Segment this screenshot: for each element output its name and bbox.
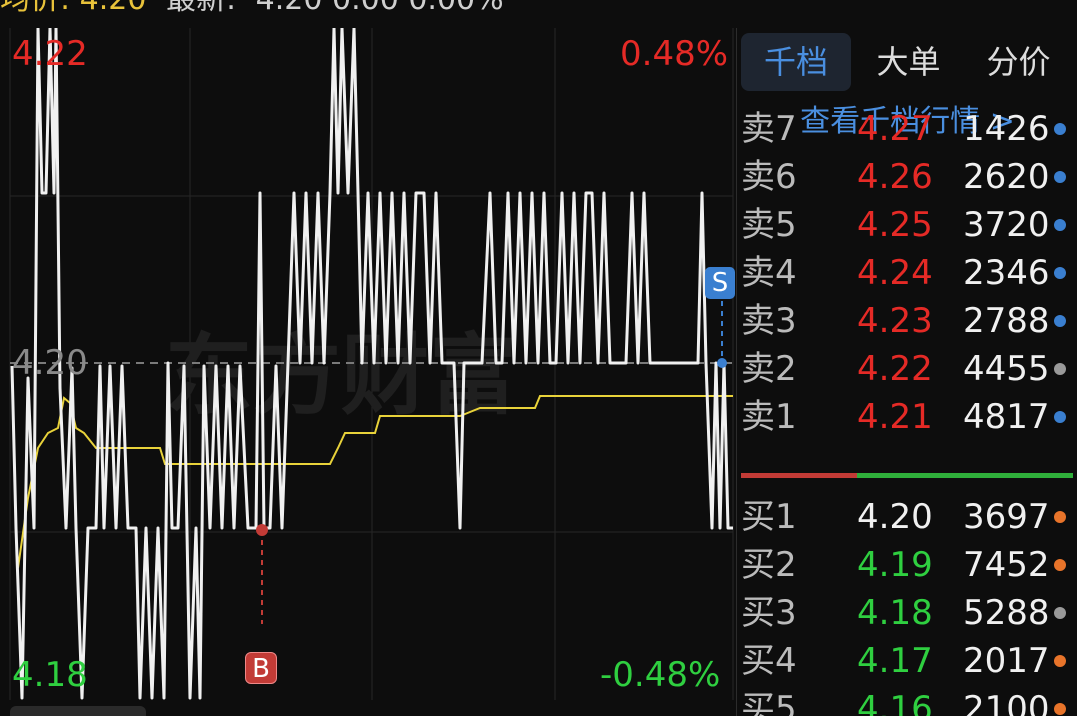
ask-level-name: 卖2 (741, 349, 797, 389)
pct-high-label: 0.48% (620, 34, 729, 74)
ask-price: 4.26 (857, 157, 933, 197)
ask-dot-icon (1054, 267, 1066, 279)
ask-dot-icon (1054, 171, 1066, 183)
tab-qiandang[interactable]: 千档 (741, 33, 851, 91)
bid-price: 4.16 (857, 689, 933, 716)
ask-price: 4.23 (857, 301, 933, 341)
bid-level-name: 买4 (741, 641, 797, 681)
bid-dot-icon (1054, 703, 1066, 715)
ask-row[interactable]: 卖7 4.27 1426 (737, 105, 1077, 153)
bid-volume: 3697 (963, 497, 1050, 537)
ask-row[interactable]: 卖1 4.21 4817 (737, 393, 1077, 441)
bid-price: 4.17 (857, 641, 933, 681)
ask-row[interactable]: 卖6 4.26 2620 (737, 153, 1077, 201)
bid-volume: 2017 (963, 641, 1050, 681)
latest-values: 4.20 0.00 0.00% (256, 0, 504, 17)
bid-level-name: 买3 (741, 593, 797, 633)
ask-level-name: 卖1 (741, 397, 797, 437)
ask-level-name: 卖4 (741, 253, 797, 293)
ask-price: 4.21 (857, 397, 933, 437)
bid-level-name: 买2 (741, 545, 797, 585)
tab-fenjia[interactable]: 分价 (966, 33, 1071, 91)
bid-price: 4.18 (857, 593, 933, 633)
avg-label: 均价: (0, 0, 70, 17)
divider-green (857, 473, 1073, 478)
ask-volume: 3720 (963, 205, 1050, 245)
bid-row[interactable]: 买3 4.18 5288 (737, 589, 1077, 637)
ask-row[interactable]: 卖2 4.22 4455 (737, 345, 1077, 393)
ask-row[interactable]: 卖3 4.23 2788 (737, 297, 1077, 345)
bid-price: 4.20 (857, 497, 933, 537)
price-high-label: 4.22 (12, 34, 88, 74)
bottom-tab-strip (0, 700, 736, 716)
avg-value: 4.20 (80, 0, 147, 17)
buy-marker[interactable]: B (245, 652, 277, 684)
ask-volume: 2788 (963, 301, 1050, 341)
bid-price: 4.19 (857, 545, 933, 585)
ask-price: 4.27 (857, 109, 933, 149)
divider-red (741, 473, 857, 478)
tab-dadan[interactable]: 大单 (856, 33, 961, 91)
bid-row[interactable]: 买4 4.17 2017 (737, 637, 1077, 685)
panel-tabs: 千档 大单 分价 (741, 33, 1071, 91)
bid-dot-icon (1054, 607, 1066, 619)
bid-dot-icon (1054, 511, 1066, 523)
ask-volume: 2620 (963, 157, 1050, 197)
ask-volume: 4817 (963, 397, 1050, 437)
order-book-panel: 千档 大单 分价 查看千档行情 > 卖7 4.27 1426 卖6 4.26 2620 卖5… (736, 28, 1077, 716)
ask-price: 4.24 (857, 253, 933, 293)
buy-point (256, 524, 268, 536)
bid-volume: 7452 (963, 545, 1050, 585)
sell-point (717, 358, 727, 368)
ask-dot-icon (1054, 411, 1066, 423)
price-mid-label: 4.20 (12, 343, 88, 383)
bottom-tab[interactable] (10, 706, 146, 716)
bid-dot-icon (1054, 559, 1066, 571)
bid-row[interactable]: 买2 4.19 7452 (737, 541, 1077, 589)
ask-volume: 4455 (963, 349, 1050, 389)
ask-price: 4.22 (857, 349, 933, 389)
pct-low-label: -0.48% (600, 655, 721, 695)
ask-dot-icon (1054, 363, 1066, 375)
ask-volume: 2346 (963, 253, 1050, 293)
bid-row[interactable]: 买5 4.16 2100 (737, 685, 1077, 716)
ask-volume: 1426 (963, 109, 1050, 149)
bid-volume: 2100 (963, 689, 1050, 716)
ask-level-name: 卖5 (741, 205, 797, 245)
chart-canvas: 东方财富 (9, 28, 734, 700)
ask-row[interactable]: 卖4 4.24 2346 (737, 249, 1077, 297)
ask-dot-icon (1054, 219, 1066, 231)
price-low-label: 4.18 (12, 655, 88, 695)
latest-label: 最新: (166, 0, 236, 17)
ask-dot-icon (1054, 123, 1066, 135)
ask-level-name: 卖7 (741, 109, 797, 149)
bid-dot-icon (1054, 655, 1066, 667)
intraday-chart[interactable]: 东方财富 4.22 4.20 4.18 0.48% -0.48% S B (0, 28, 736, 700)
bid-level-name: 买5 (741, 689, 797, 716)
ask-dot-icon (1054, 315, 1066, 327)
bid-volume: 5288 (963, 593, 1050, 633)
ask-level-name: 卖6 (741, 157, 797, 197)
bid-level-name: 买1 (741, 497, 797, 537)
price-header: 均价: 4.20 最新: 4.20 0.00 0.00% (0, 0, 736, 20)
ask-price: 4.25 (857, 205, 933, 245)
bid-row[interactable]: 买1 4.20 3697 (737, 493, 1077, 541)
sell-marker[interactable]: S (705, 267, 735, 299)
ask-level-name: 卖3 (741, 301, 797, 341)
ask-row[interactable]: 卖5 4.25 3720 (737, 201, 1077, 249)
